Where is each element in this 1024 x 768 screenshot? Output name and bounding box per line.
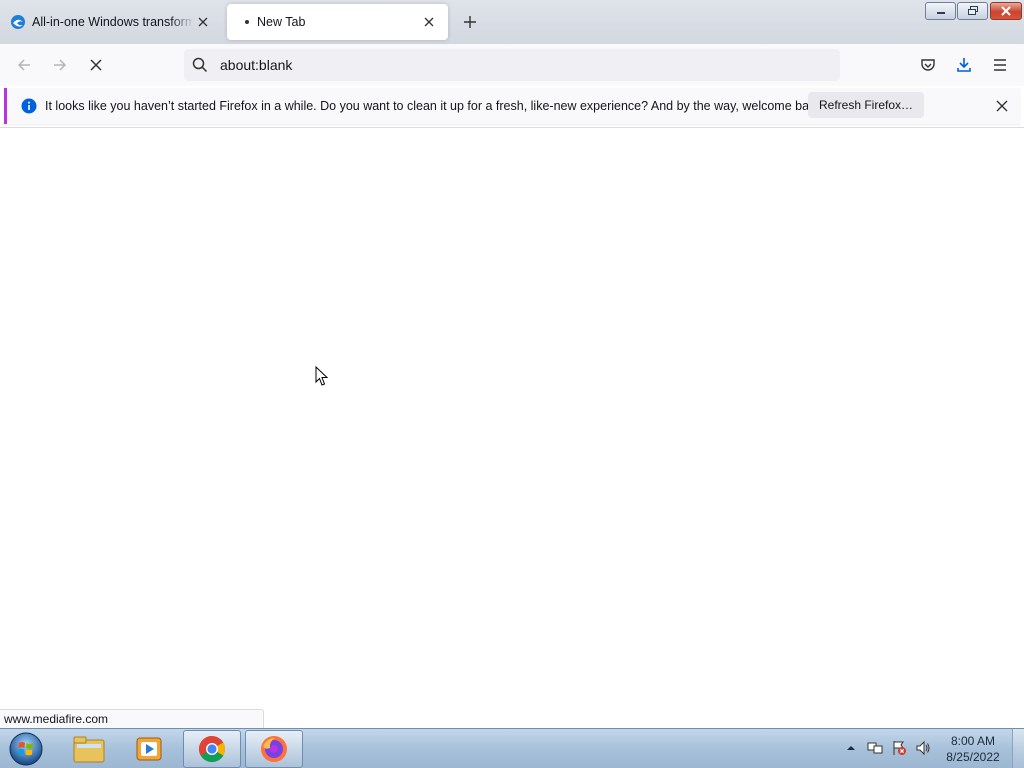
pocket-button[interactable] xyxy=(914,51,942,79)
tray-action-center[interactable] xyxy=(890,739,908,757)
downloads-button[interactable] xyxy=(950,51,978,79)
refresh-firefox-notification: It looks like you haven’t started Firefo… xyxy=(4,88,1020,124)
download-icon xyxy=(957,58,971,72)
status-bar-url: www.mediafire.com xyxy=(0,709,264,728)
info-icon xyxy=(21,98,37,114)
search-icon xyxy=(190,55,210,75)
notification-message: It looks like you haven’t started Firefo… xyxy=(45,99,826,113)
speaker-icon xyxy=(916,740,930,756)
back-button[interactable] xyxy=(10,51,38,79)
refresh-firefox-button[interactable]: Refresh Firefox… xyxy=(808,92,925,118)
page-content[interactable] xyxy=(0,128,1024,728)
chevron-up-icon xyxy=(847,746,855,750)
taskbar-firefox[interactable] xyxy=(245,730,303,768)
address-bar[interactable] xyxy=(184,49,840,81)
windows-start-icon xyxy=(9,732,43,766)
tab-title: All-in-one Windows transforma xyxy=(32,15,194,29)
tab-all-in-one-windows[interactable]: All-in-one Windows transforma xyxy=(0,4,222,40)
firefox-icon xyxy=(261,736,287,762)
show-hidden-icons-button[interactable] xyxy=(842,739,860,757)
tray-network[interactable] xyxy=(866,739,884,757)
close-window-button[interactable] xyxy=(990,2,1022,20)
restore-window-button[interactable] xyxy=(957,2,988,20)
system-clock[interactable]: 8:00 AM 8/25/2022 xyxy=(938,733,1008,765)
clock-time: 8:00 AM xyxy=(950,734,996,748)
network-icon xyxy=(867,742,883,754)
windows-taskbar: 8:00 AM 8/25/2022 xyxy=(0,728,1024,768)
hamburger-menu-icon xyxy=(994,59,1006,71)
flag-error-icon xyxy=(893,741,906,755)
tab-title: New Tab xyxy=(257,15,306,29)
chrome-icon xyxy=(198,735,226,763)
show-desktop-button[interactable] xyxy=(1012,729,1024,768)
mouse-cursor-icon xyxy=(315,366,329,386)
minimize-window-button[interactable] xyxy=(925,2,956,20)
close-tab-icon[interactable] xyxy=(194,13,212,31)
taskbar-file-explorer[interactable] xyxy=(60,730,118,768)
close-notification-button[interactable] xyxy=(992,96,1012,116)
navigation-toolbar xyxy=(0,44,1024,86)
stop-icon xyxy=(90,59,102,71)
back-arrow-icon xyxy=(17,59,30,71)
start-button[interactable] xyxy=(6,730,46,768)
restore-icon xyxy=(967,6,978,15)
tab-strip: All-in-one Windows transforma New Tab xyxy=(0,0,1024,44)
clock-date: 8/25/2022 xyxy=(946,750,1000,764)
close-tab-icon[interactable] xyxy=(420,13,438,31)
plus-icon xyxy=(464,16,476,28)
loading-dot-icon xyxy=(245,20,249,24)
file-explorer-icon xyxy=(73,736,105,763)
new-tab-button[interactable] xyxy=(458,10,482,34)
tab-new-tab[interactable]: New Tab xyxy=(227,4,448,40)
media-player-icon xyxy=(136,737,162,761)
pocket-icon xyxy=(921,59,935,71)
tray-volume[interactable] xyxy=(914,739,932,757)
url-input[interactable] xyxy=(220,57,780,73)
app-menu-button[interactable] xyxy=(986,51,1014,79)
edge-logo-icon xyxy=(10,14,26,30)
close-icon xyxy=(1001,6,1011,16)
taskbar-chrome[interactable] xyxy=(183,730,241,768)
stop-loading-button[interactable] xyxy=(82,51,110,79)
taskbar-media-player[interactable] xyxy=(120,730,178,768)
forward-button[interactable] xyxy=(46,51,74,79)
minimize-icon xyxy=(936,12,945,14)
forward-arrow-icon xyxy=(54,59,67,71)
close-icon xyxy=(996,100,1008,112)
